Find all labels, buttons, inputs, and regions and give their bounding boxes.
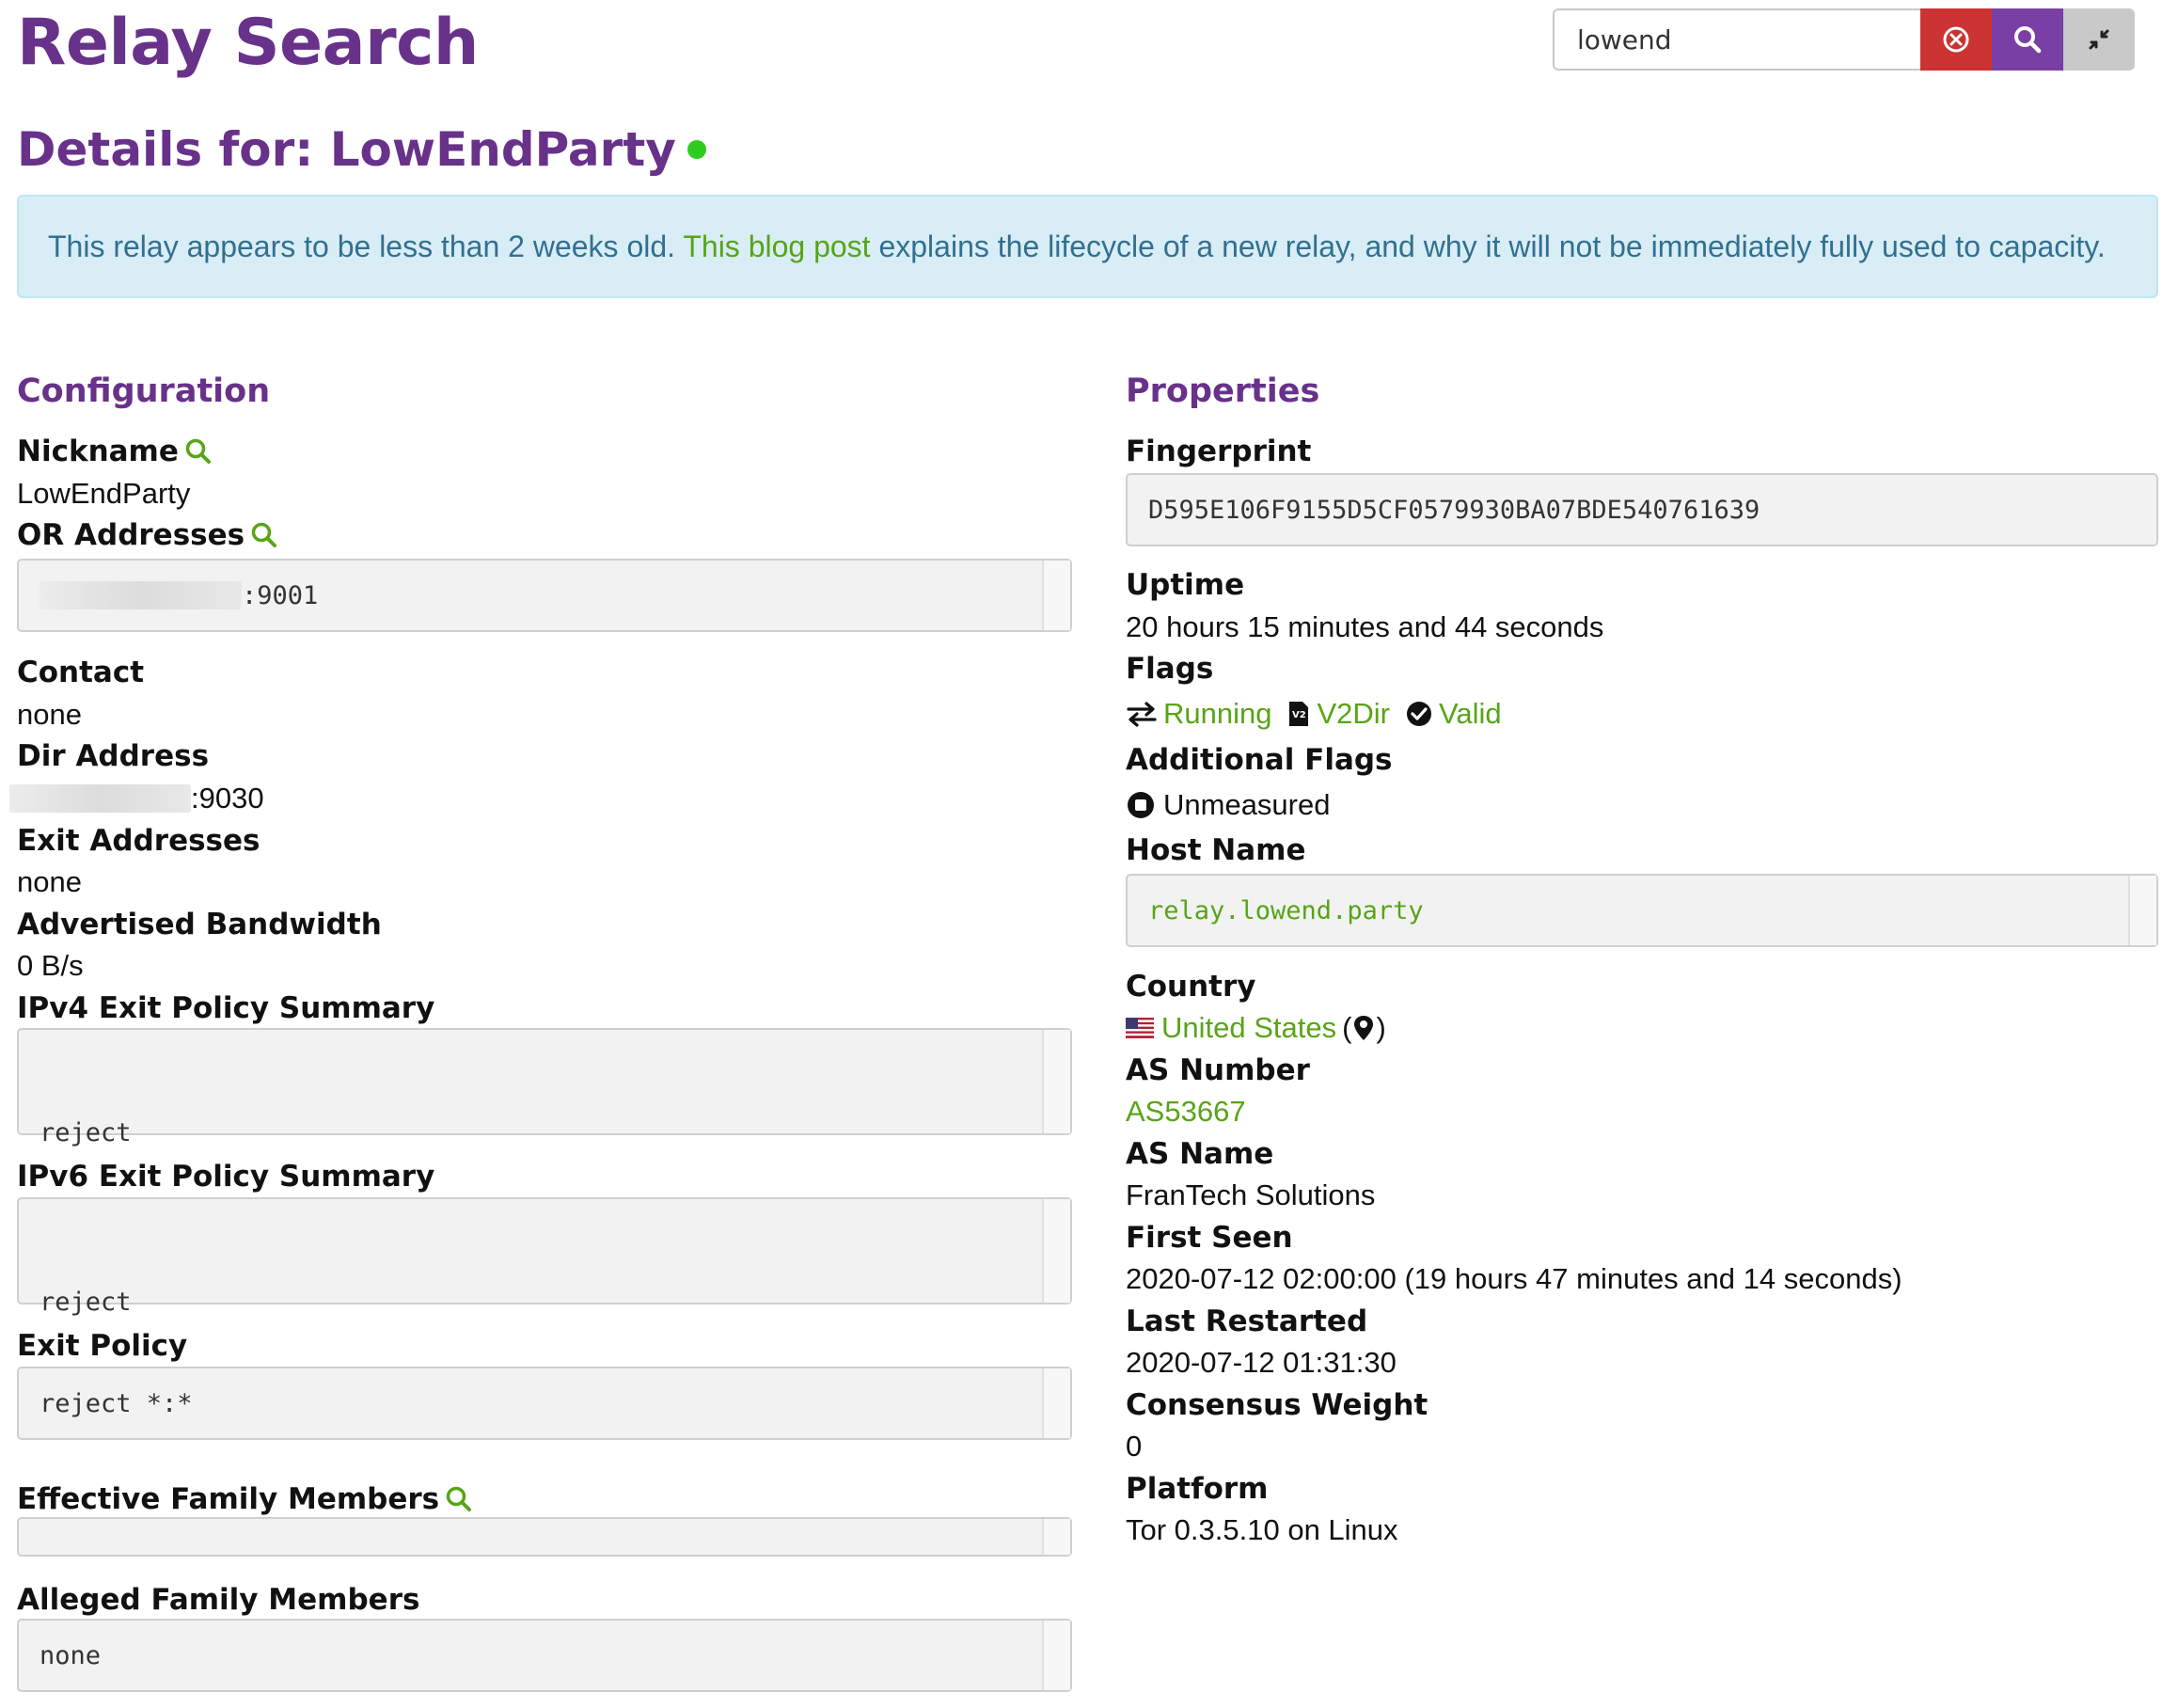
platform-value: Tor 0.3.5.10 on Linux: [1126, 1513, 1398, 1546]
advertised-bandwidth-value: 0 B/s: [17, 949, 84, 982]
svg-text:V2: V2: [1292, 710, 1306, 720]
ipv6-policy-line: reject: [39, 1288, 132, 1317]
host-name-link[interactable]: relay.lowend.party: [1148, 896, 1424, 925]
ipv4-summary-box: reject 1-65535: [17, 1028, 1072, 1249]
country-link[interactable]: United States: [1161, 1011, 1336, 1045]
exit-addresses-label: Exit Addresses: [17, 824, 260, 858]
search-icon[interactable]: [184, 437, 213, 466]
effective-family-label: Effective Family Members: [17, 1482, 473, 1516]
additional-flag-unmeasured: Unmeasured: [1126, 788, 1330, 822]
stop-circle-icon: [1128, 792, 1154, 818]
dir-address-port: :9030: [191, 782, 264, 814]
additional-flags-label: Additional Flags: [1126, 743, 1393, 777]
country-value: United States ( ): [1126, 1011, 1386, 1045]
last-restarted-label: Last Restarted: [1126, 1305, 1368, 1338]
scrollbar[interactable]: [1042, 1621, 1070, 1690]
fingerprint-box: D595E106F9155D5CF0579930BA07BDE540761639: [1126, 473, 2158, 546]
search-icon: [2014, 26, 2042, 54]
or-addresses-box: :9001: [17, 559, 1072, 632]
search-icon[interactable]: [445, 1485, 473, 1513]
clear-circle-icon: [1943, 26, 1969, 53]
as-name-label: AS Name: [1126, 1137, 1274, 1171]
flags-label: Flags: [1126, 652, 1214, 686]
alert-text: This relay appears to be less than 2 wee…: [48, 229, 2106, 263]
properties-heading: Properties: [1126, 372, 1320, 410]
consensus-weight-label: Consensus Weight: [1126, 1388, 1428, 1422]
platform-label: Platform: [1126, 1472, 1269, 1506]
scrollbar[interactable]: [1042, 1199, 1070, 1303]
contact-value: none: [17, 698, 82, 731]
alleged-family-label: Alleged Family Members: [17, 1583, 420, 1617]
search-button[interactable]: [1992, 8, 2063, 71]
configuration-heading: Configuration: [17, 372, 271, 410]
ipv4-summary-label: IPv4 Exit Policy Summary: [17, 991, 435, 1025]
consensus-weight-value: 0: [1126, 1430, 1143, 1463]
dir-address-value: :9030: [9, 782, 264, 815]
flag-valid: Valid: [1405, 697, 1502, 731]
details-prefix: Details for:: [17, 122, 314, 177]
uptime-label: Uptime: [1126, 568, 1245, 602]
exit-addresses-value: none: [17, 865, 82, 898]
details-title: Details for: LowEndParty: [17, 122, 706, 177]
scrollbar[interactable]: [1042, 1368, 1070, 1438]
collapse-button[interactable]: [2063, 8, 2135, 71]
fingerprint-value: D595E106F9155D5CF0579930BA07BDE540761639: [1148, 495, 1760, 525]
exit-policy-box: reject *:*: [17, 1367, 1072, 1440]
search-icon[interactable]: [250, 521, 278, 549]
ipv6-summary-box: reject 1-65535: [17, 1197, 1072, 1418]
scrollbar[interactable]: [1042, 561, 1070, 630]
host-name-label: Host Name: [1126, 833, 1306, 867]
exit-policy-label: Exit Policy: [17, 1329, 188, 1363]
v2dir-icon: V2: [1289, 702, 1309, 726]
as-number-link[interactable]: AS53667: [1126, 1095, 1246, 1129]
ipv6-summary-label: IPv6 Exit Policy Summary: [17, 1160, 435, 1194]
check-circle-icon: [1407, 702, 1431, 726]
contact-label: Contact: [17, 656, 145, 689]
app-title[interactable]: Relay Search: [17, 6, 479, 80]
dir-address-label: Dir Address: [17, 739, 210, 773]
us-flag-icon: [1126, 1018, 1154, 1038]
exchange-icon: [1127, 702, 1157, 727]
map-marker-icon: [1354, 1016, 1374, 1040]
compress-icon: [2089, 29, 2109, 50]
flags-list: Running V2 V2Dir Valid: [1126, 697, 1517, 731]
advertised-bandwidth-label: Advertised Bandwidth: [17, 908, 382, 941]
alleged-family-box: none: [17, 1619, 1072, 1692]
scrollbar[interactable]: [1042, 1030, 1070, 1133]
scrollbar[interactable]: [1042, 1519, 1070, 1555]
details-nickname: LowEndParty: [329, 122, 676, 177]
blog-post-link[interactable]: This blog post: [683, 229, 870, 263]
exit-policy-value: reject *:*: [39, 1388, 193, 1418]
ipv4-policy-line: reject: [39, 1118, 132, 1147]
redacted-ip: [39, 581, 242, 609]
first-seen-label: First Seen: [1126, 1221, 1293, 1255]
effective-family-box: [17, 1517, 1072, 1557]
alleged-family-value: none: [39, 1640, 102, 1670]
flag-running: Running: [1126, 697, 1271, 731]
flag-v2dir: V2 V2Dir: [1286, 697, 1390, 731]
or-addresses-label: OR Addresses: [17, 518, 278, 552]
as-number-value: AS53667: [1126, 1095, 1246, 1129]
nickname-value: LowEndParty: [17, 477, 191, 510]
new-relay-alert: This relay appears to be less than 2 wee…: [17, 195, 2158, 298]
clear-search-button[interactable]: [1920, 8, 1992, 71]
online-status-dot: [687, 139, 706, 159]
uptime-value: 20 hours 15 minutes and 44 seconds: [1126, 610, 1604, 643]
scrollbar[interactable]: [2128, 876, 2156, 945]
country-label: Country: [1126, 970, 1256, 1004]
host-name-box: relay.lowend.party: [1126, 874, 2158, 947]
nickname-label: Nickname: [17, 435, 213, 468]
fingerprint-label: Fingerprint: [1126, 435, 1312, 468]
as-number-label: AS Number: [1126, 1053, 1310, 1087]
or-address-port: :9001: [242, 580, 319, 610]
search-input[interactable]: [1553, 8, 1920, 71]
first-seen-value: 2020-07-12 02:00:00 (19 hours 47 minutes…: [1126, 1262, 1902, 1295]
redacted-ip: [9, 784, 191, 813]
as-name-value: FranTech Solutions: [1126, 1178, 1376, 1211]
last-restarted-value: 2020-07-12 01:31:30: [1126, 1346, 1397, 1379]
search-bar: [1553, 8, 2135, 71]
